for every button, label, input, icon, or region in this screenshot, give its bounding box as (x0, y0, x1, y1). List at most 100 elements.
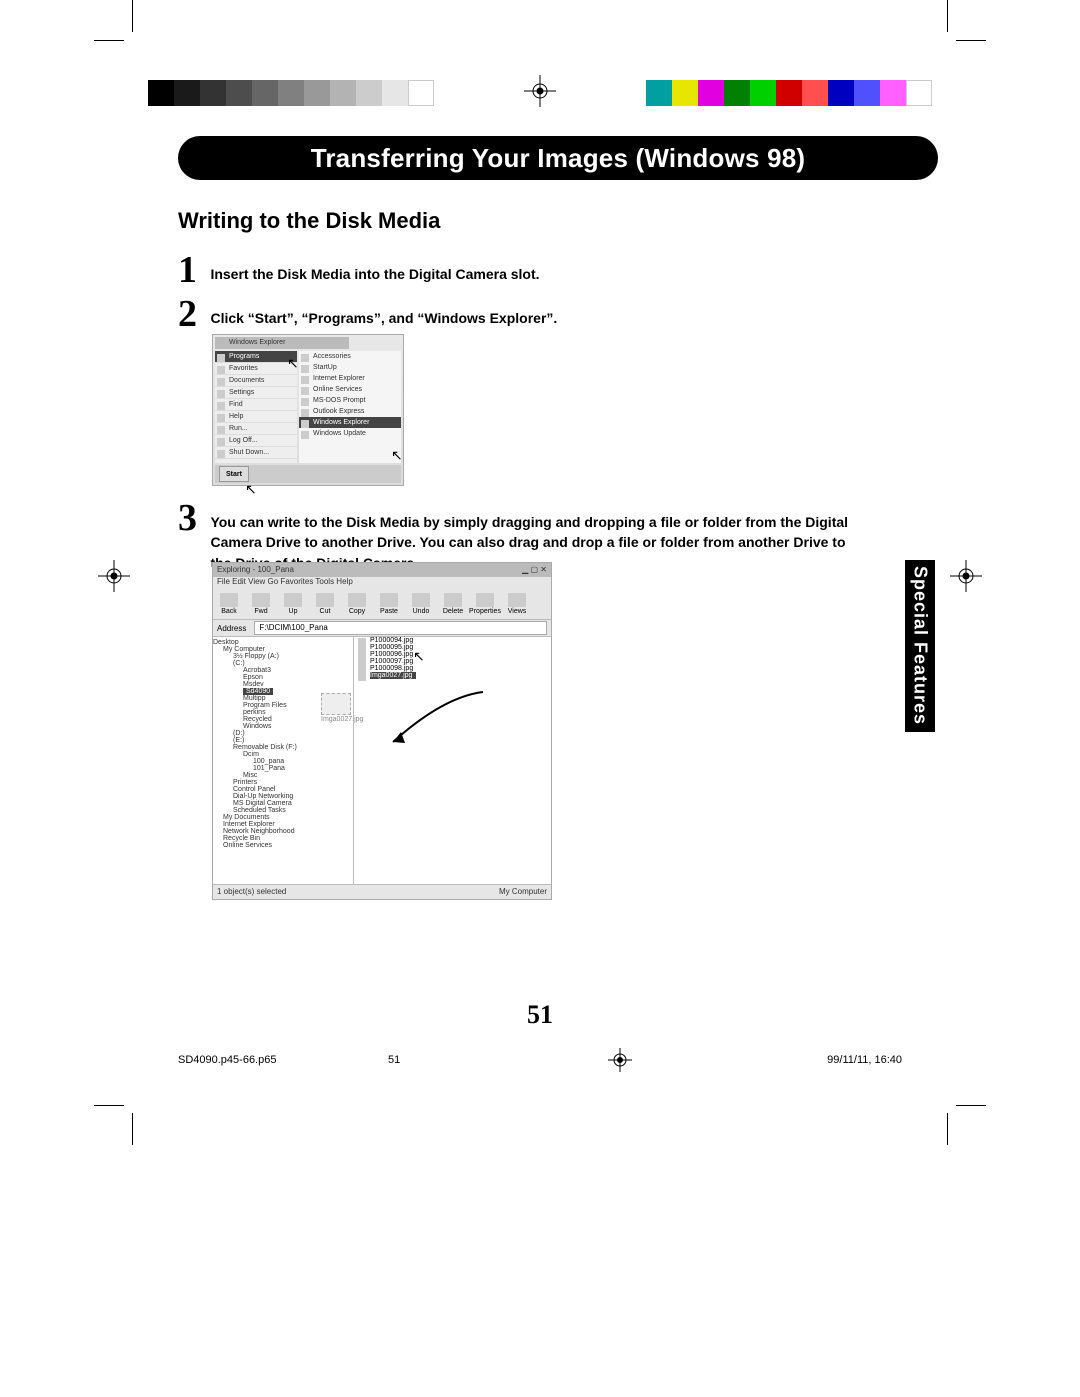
figure-explorer-window: Exploring - 100_Pana ▁ ▢ ✕ File Edit Vie… (212, 562, 552, 900)
menubar[interactable]: File Edit View Go Favorites Tools Help (213, 577, 551, 589)
list-item-selected[interactable]: Imga0027.jpg (354, 672, 551, 679)
step-text: Click “Start”, “Programs”, and “Windows … (210, 308, 557, 328)
toolbar-paste-button[interactable]: Paste (373, 593, 405, 615)
window-title: Windows Explorer (215, 337, 349, 349)
tree-node[interactable]: Recycle Bin (213, 835, 353, 842)
registration-mark-icon (524, 75, 556, 107)
menu-item[interactable]: Internet Explorer (299, 373, 401, 384)
crop-mark (94, 1105, 124, 1106)
status-right: My Computer (499, 885, 547, 899)
address-label: Address (213, 624, 250, 633)
menu-item[interactable]: Help (215, 411, 297, 423)
tree-node[interactable]: Removable Disk (F:) (213, 744, 353, 751)
registration-mark-icon (548, 1048, 692, 1072)
menu-item[interactable]: StartUp (299, 362, 401, 373)
tree-node[interactable]: Acrobat3 (213, 667, 353, 674)
crop-mark (94, 40, 124, 41)
tree-node[interactable]: (D:) (213, 730, 353, 737)
menu-item[interactable]: Outlook Express (299, 406, 401, 417)
file-list[interactable]: P1000094.jpg P1000095.jpg P1000096.jpg P… (354, 637, 551, 885)
programs-submenu: Accessories StartUp Internet Explorer On… (299, 351, 401, 463)
tree-node[interactable]: Epson (213, 674, 353, 681)
footer-date: 99/11/11, 16:40 (692, 1054, 902, 1066)
toolbar-views-button[interactable]: Views (501, 593, 533, 615)
menu-item[interactable]: Settings (215, 387, 297, 399)
tree-node[interactable]: (C:) (213, 660, 353, 667)
tree-node[interactable]: Scheduled Tasks (213, 807, 353, 814)
toolbar-delete-button[interactable]: Delete (437, 593, 469, 615)
tree-node[interactable]: Control Panel (213, 786, 353, 793)
toolbar-cut-button[interactable]: Cut (309, 593, 341, 615)
window-title: Exploring - 100_Pana (217, 563, 294, 577)
toolbar-properties-button[interactable]: Properties (469, 593, 501, 615)
print-footer: SD4090.p45-66.p65 51 99/11/11, 16:40 (178, 1050, 902, 1070)
menu-item-programs[interactable]: Programs (215, 351, 297, 363)
step-number: 3 (178, 496, 206, 540)
tree-node[interactable]: Online Services (213, 842, 353, 849)
tree-node[interactable]: 100_pana (213, 758, 353, 765)
folder-tree[interactable]: DesktopMy Computer3½ Floppy (A:)(C:)Acro… (213, 637, 354, 885)
list-item[interactable]: P1000098.jpg (354, 665, 551, 672)
tree-node[interactable]: Dcim (213, 751, 353, 758)
page-title: Transferring Your Images (Windows 98) (178, 136, 938, 180)
tree-node[interactable]: My Computer (213, 646, 353, 653)
menu-item[interactable]: Favorites (215, 363, 297, 375)
tree-node[interactable]: Dial-Up Networking (213, 793, 353, 800)
address-field[interactable]: F:\DCIM\100_Pana (254, 621, 547, 635)
toolbar-back-button[interactable]: Back (213, 593, 245, 615)
registration-mark-icon (98, 560, 130, 592)
menu-item[interactable]: Accessories (299, 351, 401, 362)
menu-item[interactable]: MS-DOS Prompt (299, 395, 401, 406)
toolbar-up-button[interactable]: Up (277, 593, 309, 615)
window-controls-icon[interactable]: ▁ ▢ ✕ (522, 563, 547, 577)
menu-item[interactable]: Documents (215, 375, 297, 387)
tree-node[interactable]: (E:) (213, 737, 353, 744)
menu-item-windows-explorer[interactable]: Windows Explorer (299, 417, 401, 428)
tree-node[interactable]: Desktop (213, 639, 353, 646)
menu-item[interactable]: Run... (215, 423, 297, 435)
drag-ghost-icon: Imga0027.jpg (321, 693, 363, 723)
tree-node[interactable]: MS Digital Camera (213, 800, 353, 807)
toolbar-forward-button[interactable]: Fwd (245, 593, 277, 615)
footer-filename: SD4090.p45-66.p65 (178, 1054, 388, 1066)
crop-mark (132, 0, 133, 32)
toolbar-copy-button[interactable]: Copy (341, 593, 373, 615)
crop-mark (956, 1105, 986, 1106)
start-button[interactable]: Start (219, 466, 249, 482)
tree-node[interactable]: Msdev (213, 681, 353, 688)
toolbar: Back Fwd Up Cut Copy Paste Undo Delete P… (213, 589, 551, 620)
tree-node[interactable]: Network Neighborhood (213, 828, 353, 835)
section-subtitle: Writing to the Disk Media (178, 208, 440, 234)
step-2: 2 Click “Start”, “Programs”, and “Window… (178, 292, 557, 336)
figure-start-menu: Windows Explorer Programs Favorites Docu… (212, 334, 404, 486)
menu-item[interactable]: Shut Down... (215, 447, 297, 459)
crop-mark (947, 1113, 948, 1145)
menu-item[interactable]: Find (215, 399, 297, 411)
tree-node[interactable]: Misc (213, 772, 353, 779)
menu-item[interactable]: Online Services (299, 384, 401, 395)
list-item[interactable]: P1000095.jpg (354, 644, 551, 651)
status-bar: 1 object(s) selected My Computer (213, 884, 551, 899)
tree-node[interactable]: Windows (213, 723, 353, 730)
menu-item[interactable]: Log Off... (215, 435, 297, 447)
tree-node[interactable]: 3½ Floppy (A:) (213, 653, 353, 660)
list-item[interactable]: P1000094.jpg (354, 637, 551, 644)
step-text: Insert the Disk Media into the Digital C… (210, 264, 539, 284)
toolbar-undo-button[interactable]: Undo (405, 593, 437, 615)
taskbar: Start (215, 465, 401, 483)
step-number: 2 (178, 292, 206, 336)
page: Transferring Your Images (Windows 98) Wr… (0, 0, 1080, 1397)
tree-node[interactable]: Printers (213, 779, 353, 786)
menu-item[interactable]: Windows Update (299, 428, 401, 439)
crop-mark (132, 1113, 133, 1145)
tree-node[interactable]: My Documents (213, 814, 353, 821)
status-left: 1 object(s) selected (217, 885, 286, 899)
list-item[interactable]: P1000097.jpg (354, 658, 551, 665)
tree-node[interactable]: Internet Explorer (213, 821, 353, 828)
tree-node[interactable]: 101_Pana (213, 765, 353, 772)
color-bar-left (148, 80, 434, 106)
titlebar: Exploring - 100_Pana ▁ ▢ ✕ (213, 563, 551, 577)
start-menu-left-column: Programs Favorites Documents Settings Fi… (215, 351, 297, 463)
list-item[interactable]: P1000096.jpg (354, 651, 551, 658)
registration-mark-icon (950, 560, 982, 592)
